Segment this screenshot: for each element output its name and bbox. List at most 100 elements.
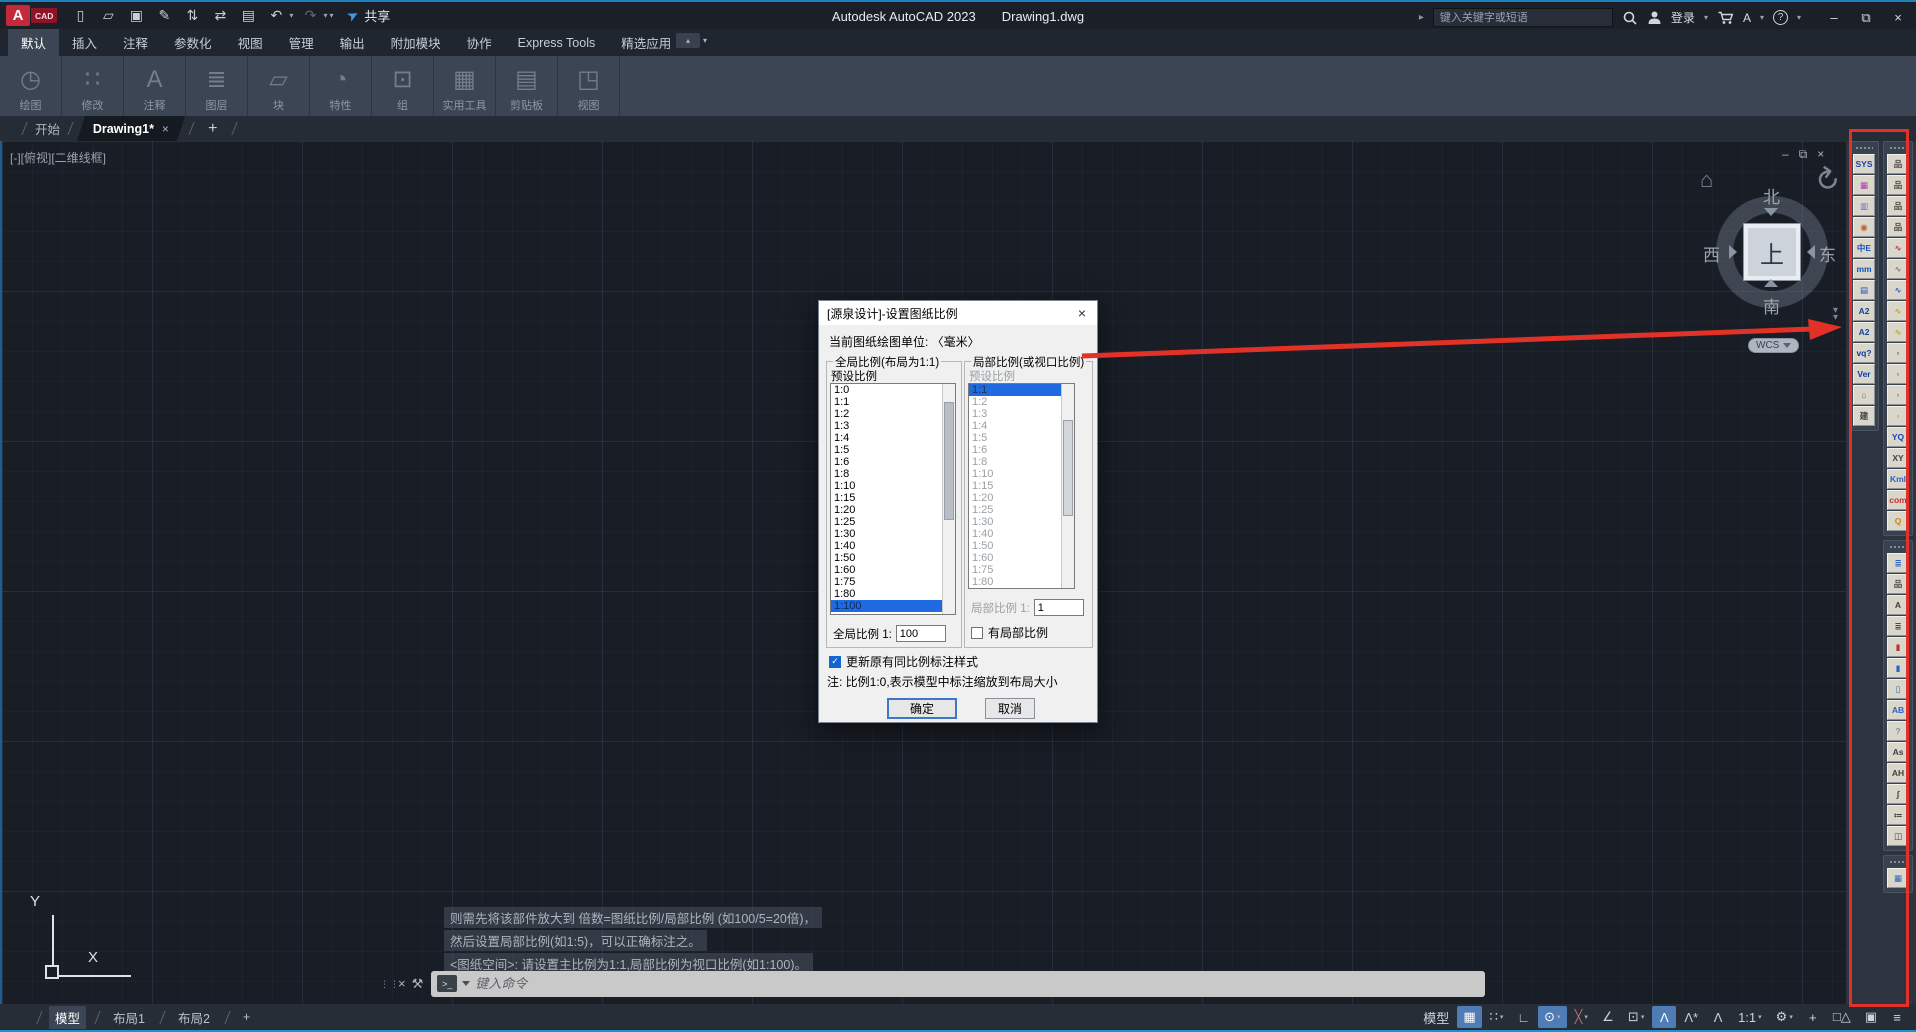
ribbon-tab[interactable]: 输出 bbox=[327, 29, 378, 56]
file-tab-start[interactable]: 开始 bbox=[35, 119, 60, 138]
command-prompt-icon[interactable]: >_ bbox=[437, 975, 457, 992]
ribbon-panel-button[interactable]: ◔ 特性 bbox=[310, 56, 372, 116]
scale-option[interactable]: 1:50 bbox=[831, 552, 942, 564]
scale-option[interactable]: 1:20 bbox=[831, 504, 942, 516]
layout-tab[interactable]: 布局2 bbox=[172, 1006, 216, 1029]
scale-option[interactable]: 1:25 bbox=[969, 504, 1061, 516]
redo-icon[interactable]: ↷ bbox=[299, 5, 321, 27]
model-space-toggle[interactable]: 模型 ▾ bbox=[1417, 1006, 1455, 1028]
polar-tracking-toggle[interactable]: ⊙ ▾ bbox=[1538, 1006, 1566, 1028]
scale-option[interactable]: 1:3 bbox=[969, 408, 1061, 420]
scale-option[interactable]: 1:1 bbox=[831, 396, 942, 408]
ribbon-panel-button[interactable]: ▦ 实用工具 bbox=[434, 56, 496, 116]
viewcube-home-icon[interactable]: ⌂ bbox=[1700, 167, 1713, 193]
viewcube-rotate-icon[interactable]: ↻ bbox=[1806, 159, 1846, 202]
minimize-button[interactable]: – bbox=[1820, 6, 1848, 30]
ribbon-tab[interactable]: 插入 bbox=[59, 29, 110, 56]
global-scale-input[interactable] bbox=[896, 625, 946, 642]
ribbon-collapse-control[interactable]: ▴ ▾ bbox=[676, 33, 707, 48]
viewport-minimize-icon[interactable]: – bbox=[1782, 147, 1789, 162]
layout-tab[interactable]: + bbox=[237, 1008, 256, 1026]
scale-option[interactable]: 1:30 bbox=[831, 528, 942, 540]
viewcube-east-label[interactable]: 东 bbox=[1819, 241, 1836, 266]
command-input-area[interactable]: >_ bbox=[431, 971, 1485, 997]
scale-option[interactable]: 1:5 bbox=[969, 432, 1061, 444]
ribbon-panel-button[interactable]: A 注释 bbox=[124, 56, 186, 116]
viewport-controls-label[interactable]: [-][俯视][二维线框] bbox=[10, 149, 106, 166]
scale-option[interactable]: 1:75 bbox=[969, 564, 1061, 576]
open-from-web-icon[interactable]: ⇄ bbox=[209, 5, 231, 27]
scale-option[interactable]: 1:4 bbox=[969, 420, 1061, 432]
sign-in-button[interactable]: 登录 bbox=[1671, 9, 1695, 26]
status-menu-icon[interactable]: ≡ ▾ bbox=[1885, 1006, 1909, 1028]
scale-option[interactable]: 1:80 bbox=[969, 576, 1061, 588]
ribbon-panel-button[interactable]: ▤ 剪贴板 bbox=[496, 56, 558, 116]
object-snap-toggle[interactable]: ⊡ ▾ bbox=[1622, 1006, 1650, 1028]
scale-option[interactable]: 1:8 bbox=[969, 456, 1061, 468]
scale-option[interactable]: 1:10 bbox=[831, 480, 942, 492]
open-folder-icon[interactable]: ▱ bbox=[97, 5, 119, 27]
ribbon-tab[interactable]: 附加模块 bbox=[378, 29, 454, 56]
ortho-mode-toggle[interactable]: ∟ ▾ bbox=[1511, 1006, 1536, 1028]
scale-option[interactable]: 1:60 bbox=[969, 552, 1061, 564]
scale-option[interactable]: 1:10 bbox=[969, 468, 1061, 480]
scale-option[interactable]: 1:1 bbox=[969, 384, 1061, 396]
scale-option[interactable]: 1:6 bbox=[969, 444, 1061, 456]
viewcube-south-label[interactable]: 南 bbox=[1763, 293, 1780, 318]
grid-display-toggle[interactable]: ▦ ▾ bbox=[1457, 1006, 1481, 1028]
local-list-scroll-thumb[interactable] bbox=[1063, 420, 1073, 516]
viewcube-top-face[interactable]: 上 bbox=[1744, 224, 1800, 280]
scale-option[interactable]: 1:100 bbox=[831, 600, 942, 612]
scale-option[interactable]: 1:50 bbox=[969, 540, 1061, 552]
global-scale-list[interactable]: 1:01:11:21:31:41:51:61:81:101:151:201:25… bbox=[830, 383, 956, 615]
update-style-checkbox[interactable]: ✓ bbox=[829, 656, 841, 668]
viewport-close-icon[interactable]: × bbox=[1817, 147, 1824, 162]
workspace-switch-gear[interactable]: ⚙ ▾ bbox=[1770, 1006, 1799, 1028]
qat-customize-caret-icon[interactable]: ▾ bbox=[329, 11, 333, 20]
scale-option[interactable]: 1:3 bbox=[831, 420, 942, 432]
ribbon-panel-button[interactable]: ▱ 块 bbox=[248, 56, 310, 116]
save-to-web-icon[interactable]: ⇅ bbox=[181, 5, 203, 27]
ribbon-panel-button[interactable]: ∷ 修改 bbox=[62, 56, 124, 116]
command-input[interactable] bbox=[475, 976, 1479, 991]
scale-option[interactable]: 1:4 bbox=[831, 432, 942, 444]
infocenter-arrow-icon[interactable]: ▸ bbox=[1419, 12, 1424, 23]
scale-option[interactable]: 1:15 bbox=[969, 480, 1061, 492]
status-customize-plus[interactable]: + ▾ bbox=[1801, 1006, 1825, 1028]
scale-option[interactable]: 1:5 bbox=[831, 444, 942, 456]
scale-option[interactable]: 1:40 bbox=[969, 528, 1061, 540]
viewcube-south-arrow-icon[interactable] bbox=[1764, 279, 1778, 287]
undo-caret-icon[interactable]: ▾ bbox=[289, 11, 293, 20]
close-button[interactable]: × bbox=[1884, 6, 1912, 30]
ribbon-tab[interactable]: 协作 bbox=[454, 29, 505, 56]
command-bar-close-icon[interactable]: × bbox=[398, 976, 406, 991]
recent-commands-caret-icon[interactable] bbox=[462, 981, 470, 986]
scale-option[interactable]: 1:80 bbox=[831, 588, 942, 600]
local-list-scrollbar[interactable] bbox=[1061, 384, 1074, 588]
scale-option[interactable]: 1:2 bbox=[831, 408, 942, 420]
ribbon-tab[interactable]: 视图 bbox=[225, 29, 276, 56]
sign-in-caret-icon[interactable]: ▾ bbox=[1704, 13, 1708, 22]
ribbon-tab[interactable]: 注释 bbox=[110, 29, 161, 56]
autocad-logo[interactable]: A CAD bbox=[6, 5, 57, 26]
annotation-scale-icon[interactable]: Λ ▾ bbox=[1706, 1006, 1730, 1028]
viewcube-west-label[interactable]: 西 bbox=[1703, 241, 1720, 266]
ribbon-tab[interactable]: 参数化 bbox=[161, 29, 225, 56]
redo-caret-icon[interactable]: ▾ bbox=[323, 11, 327, 20]
scale-option[interactable]: 1:75 bbox=[831, 576, 942, 588]
scale-option[interactable]: 1:8 bbox=[831, 468, 942, 480]
print-icon[interactable]: ▤ bbox=[237, 5, 259, 27]
command-bar-customize-wrench-icon[interactable]: ⚒ bbox=[412, 976, 424, 992]
layout-tab[interactable]: 模型 bbox=[49, 1006, 86, 1029]
ribbon-panel-button[interactable]: ◷ 绘图 bbox=[0, 56, 62, 116]
viewcube-north-label[interactable]: 北 bbox=[1763, 183, 1780, 208]
user-icon[interactable] bbox=[1647, 10, 1662, 25]
isolate-objects-toggle[interactable]: □△ ▾ bbox=[1827, 1006, 1857, 1028]
local-scale-list[interactable]: 1:11:21:31:41:51:61:81:101:151:201:251:3… bbox=[968, 383, 1075, 589]
viewcube-north-arrow-icon[interactable] bbox=[1764, 208, 1778, 216]
ribbon-tab[interactable]: 精选应用 bbox=[608, 29, 684, 56]
annotation-visibility-toggle[interactable]: Λ ▾ bbox=[1652, 1006, 1676, 1028]
ribbon-collapse-icon[interactable]: ▴ bbox=[676, 33, 700, 48]
save-as-icon[interactable]: ✎ bbox=[153, 5, 175, 27]
ribbon-tab[interactable]: Express Tools bbox=[505, 29, 609, 56]
